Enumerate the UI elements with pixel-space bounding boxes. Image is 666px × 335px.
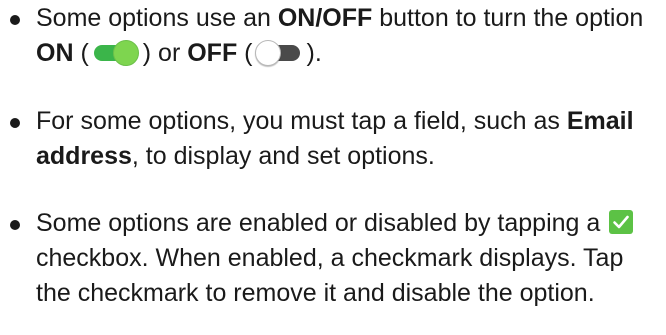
bullet-text: , to display and set options. [131,142,435,170]
bullet-item-checkbox: Some options are enabled or disabled by … [10,206,661,311]
bullet-item-on-off: Some options use an ON/OFF button to tur… [10,1,661,71]
bullet-text: Some options are enabled or disabled by … [36,209,608,237]
toggle-on-icon [91,39,141,66]
bold-text: OFF [187,39,238,67]
bullet-text: Some options use an [36,4,278,32]
bold-text: ON/OFF [277,4,373,32]
bullet-text: ( [73,39,89,67]
bullet-text: checkbox. When enabled, a checkmark disp… [36,244,624,307]
bold-text: ON [36,39,74,67]
bullet-text: ( [237,39,253,67]
bullet-item-field: For some options, you must tap a field, … [10,104,661,174]
checkbox-checked-icon [609,210,634,234]
bullet-text: button to turn the option [372,4,644,32]
bullet-text: ) or [142,39,188,67]
bullet-text: ). [306,39,322,67]
bullet-text: For some options, you must tap a field, … [36,107,567,135]
toggle-off-icon [254,39,305,66]
